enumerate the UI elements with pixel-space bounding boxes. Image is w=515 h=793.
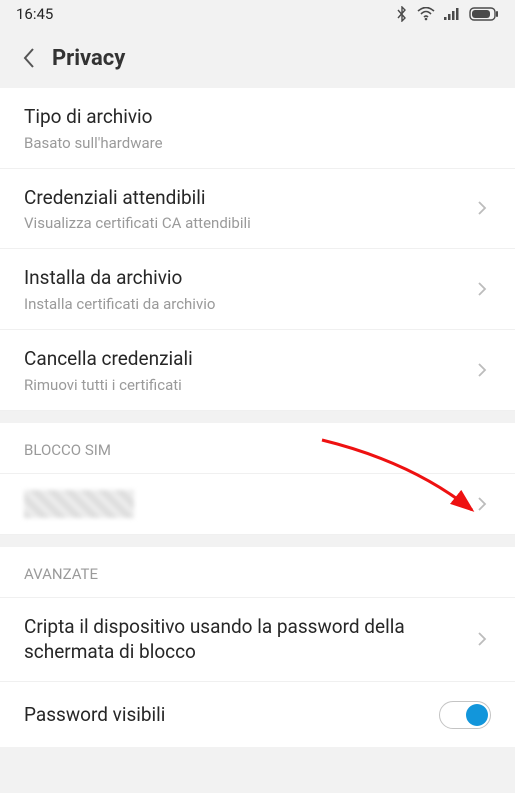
row-install-from-archive[interactable]: Installa da archivio Installa certificat… [0, 249, 515, 330]
row-subtitle: Installa certificati da archivio [24, 295, 463, 313]
row-title: Cripta il dispositivo usando la password… [24, 614, 463, 665]
content-area: Tipo di archivio Basato sull'hardware Cr… [0, 88, 515, 747]
row-title: Password visibili [24, 698, 439, 732]
chevron-right-icon [473, 495, 491, 513]
row-archive-type: Tipo di archivio Basato sull'hardware [0, 88, 515, 169]
chevron-right-icon [473, 630, 491, 648]
row-title: Credenziali attendibili [24, 185, 463, 211]
page-title: Privacy [52, 46, 125, 71]
row-sim-lock-item[interactable] [0, 474, 515, 535]
row-title: Installa da archivio [24, 265, 463, 291]
section-advanced: AVANZATE [0, 547, 515, 598]
row-title: Tipo di archivio [24, 104, 491, 130]
row-subtitle: Basato sull'hardware [24, 134, 491, 152]
app-header: Privacy [0, 28, 515, 88]
battery-icon [469, 7, 499, 21]
back-button[interactable] [12, 41, 46, 75]
signal-icon [443, 7, 461, 21]
wifi-icon [417, 7, 435, 21]
redacted-label [24, 490, 134, 518]
chevron-right-icon [473, 199, 491, 217]
toggle-knob [466, 704, 488, 726]
section-sim-lock: BLOCCO SIM [0, 423, 515, 474]
row-encrypt-device[interactable]: Cripta il dispositivo usando la password… [0, 598, 515, 682]
bluetooth-icon [395, 6, 409, 22]
row-password-visible[interactable]: Password visibili [0, 682, 515, 748]
status-bar: 16:45 [0, 0, 515, 28]
chevron-right-icon [473, 280, 491, 298]
row-title: Cancella credenziali [24, 346, 463, 372]
chevron-right-icon [473, 361, 491, 379]
row-clear-credentials[interactable]: Cancella credenziali Rimuovi tutti i cer… [0, 330, 515, 411]
row-subtitle: Visualizza certificati CA attendibili [24, 214, 463, 232]
row-subtitle: Rimuovi tutti i certificati [24, 376, 463, 394]
row-trusted-credentials[interactable]: Credenziali attendibili Visualizza certi… [0, 169, 515, 250]
status-time: 16:45 [16, 5, 53, 23]
toggle-password-visible[interactable] [439, 701, 491, 729]
